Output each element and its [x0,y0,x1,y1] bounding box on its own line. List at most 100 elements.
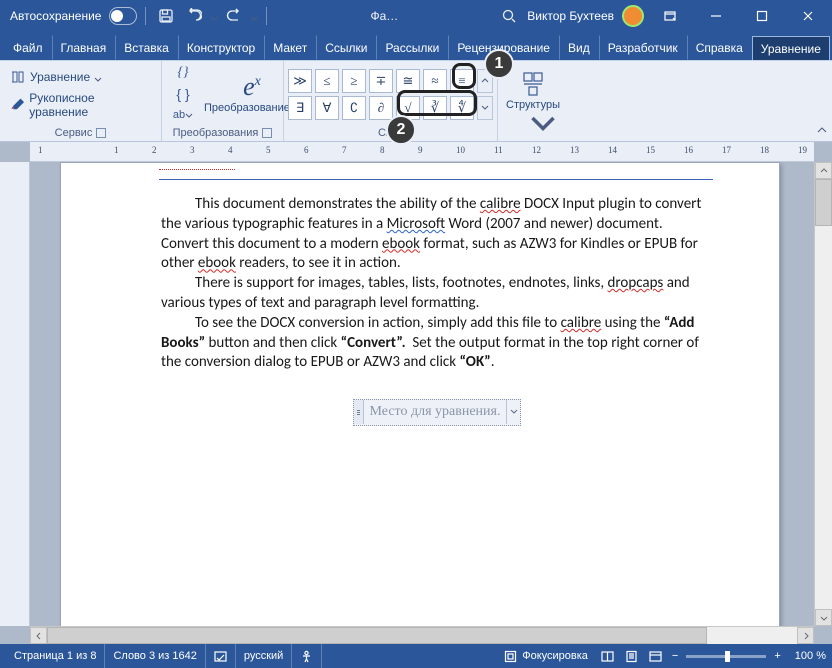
symbol-item[interactable]: ∁ [342,96,366,120]
tab-home[interactable]: Главная [52,35,116,60]
scroll-right-icon[interactable] [797,627,814,644]
vertical-scrollbar[interactable] [814,162,832,626]
redo-icon[interactable] [222,4,246,28]
window-maximize-icon[interactable] [742,4,782,28]
ribbon-collapse-icon[interactable] [816,124,828,139]
tab-insert[interactable]: Вставка [115,35,178,60]
undo-more-icon[interactable] [210,12,218,20]
ruler-number: 7 [342,145,347,155]
tab-layout[interactable]: Макет [264,35,316,60]
equation-move-handle[interactable] [354,400,364,424]
ribbon-group-conversions: {} { } ab ex Преобразование Преобразован… [162,61,284,141]
ruler-number: 15 [646,145,655,155]
ruler-number: 11 [494,145,503,155]
account-name[interactable]: Виктор Бухтеев [527,9,614,23]
equation-placeholder[interactable]: Место для уравнения. [353,399,522,425]
undo-icon[interactable] [182,4,206,28]
equation-button[interactable]: Уравнение [6,67,155,87]
tab-view[interactable]: Вид [559,35,599,60]
symbol-item[interactable]: ∓ [369,69,393,93]
view-web-layout-icon[interactable] [644,646,668,666]
vertical-ruler[interactable] [0,162,30,626]
ruler-number: 19 [798,145,807,155]
convert-big-label: Преобразование [204,102,290,114]
account-avatar[interactable] [622,5,644,27]
convert-professional-icon[interactable]: { } [168,84,198,104]
structures-button[interactable]: Структуры [504,65,562,123]
zoom-out-icon[interactable]: − [668,650,682,662]
equation-placeholder-text: Место для уравнения. [364,400,507,424]
view-read-mode-icon[interactable] [596,646,620,666]
tab-design[interactable]: Конструктор [178,35,264,60]
status-bar: Страница 1 из 8 Слово 3 из 1642 русский … [0,644,832,668]
symbol-item[interactable]: ∂ [369,96,393,120]
ruler-number: 16 [684,145,693,155]
horizontal-ruler[interactable]: 112345678910111213141516171819 [30,142,814,162]
document-canvas[interactable]: This document demonstrates the ability o… [30,162,814,626]
status-focus[interactable]: Фокусировка [496,644,596,668]
scrollbar-thumb[interactable] [47,627,707,644]
symbol-item[interactable]: ≥ [342,69,366,93]
page: This document demonstrates the ability o… [60,162,780,626]
document-body[interactable]: This document demonstrates the ability o… [161,195,713,426]
ruler-number: 5 [266,145,271,155]
save-icon[interactable] [154,4,178,28]
qat-more-icon[interactable] [250,12,258,20]
chevron-down-icon [94,73,102,81]
ruler-number: 8 [380,145,385,155]
ribbon-display-options-icon[interactable] [650,4,690,28]
status-words[interactable]: Слово 3 из 1642 [105,644,205,668]
autosave-toggle[interactable] [109,7,137,25]
status-proofing[interactable] [206,644,236,668]
horizontal-scrollbar[interactable] [30,626,814,644]
tab-mailings[interactable]: Рассылки [376,35,448,60]
zoom-slider[interactable] [686,655,766,658]
convert-linear-icon[interactable]: {} [168,63,198,83]
symbol-gallery-more[interactable] [477,96,493,120]
scroll-left-icon[interactable] [30,627,47,644]
window-close-icon[interactable] [788,4,828,28]
work-area: 112345678910111213141516171819 This docu… [0,142,832,644]
ruler-number: 9 [418,145,423,155]
ruler-number: 14 [608,145,617,155]
dialog-launcher-tools[interactable] [96,128,106,138]
scroll-up-icon[interactable] [815,162,832,179]
zoom-control[interactable]: − + 100 % [668,650,826,662]
dialog-launcher-conversions[interactable] [262,128,272,138]
status-language[interactable]: русский [236,644,292,668]
ink-equation-label: Рукописное уравнение [29,91,151,119]
symbol-item[interactable]: ∃ [288,96,312,120]
symbol-item[interactable]: ≈ [423,69,447,93]
equation-options-dropdown[interactable] [506,400,520,424]
ruler-number: 4 [228,145,233,155]
convert-text-icon[interactable]: ab [168,105,198,125]
ribbon: Уравнение Рукописное уравнение Сервис {}… [0,60,832,142]
window-minimize-icon[interactable] [696,4,736,28]
view-print-layout-icon[interactable] [620,646,644,666]
equation-button-label: Уравнение [30,70,90,84]
tab-equation[interactable]: Уравнение [752,36,830,60]
tab-developer[interactable]: Разработчик [599,35,687,60]
status-accessibility[interactable] [292,644,322,668]
zoom-value[interactable]: 100 % [795,650,826,662]
ruler-number: 18 [760,145,769,155]
ruler-number: 13 [570,145,579,155]
ink-equation-button[interactable]: Рукописное уравнение [6,89,155,121]
zoom-in-icon[interactable]: + [770,650,784,662]
scrollbar-thumb[interactable] [815,179,832,226]
symbol-item[interactable]: ≫ [288,69,312,93]
ruler-number: 17 [722,145,731,155]
structures-label: Структуры [506,99,560,111]
ribbon-tabs: Файл Главная Вставка Конструктор Макет С… [0,32,832,60]
tab-references[interactable]: Ссылки [316,35,376,60]
tab-file[interactable]: Файл [4,35,52,60]
symbol-item[interactable]: ≤ [315,69,339,93]
search-icon[interactable] [497,4,521,28]
ribbon-group-tools: Уравнение Рукописное уравнение Сервис [0,61,162,141]
highlight-1 [452,63,476,89]
symbol-item[interactable]: ∀ [315,96,339,120]
status-page[interactable]: Страница 1 из 8 [6,644,105,668]
symbol-item[interactable]: ≅ [396,69,420,93]
scroll-down-icon[interactable] [815,609,832,626]
tab-help[interactable]: Справка [687,35,752,60]
